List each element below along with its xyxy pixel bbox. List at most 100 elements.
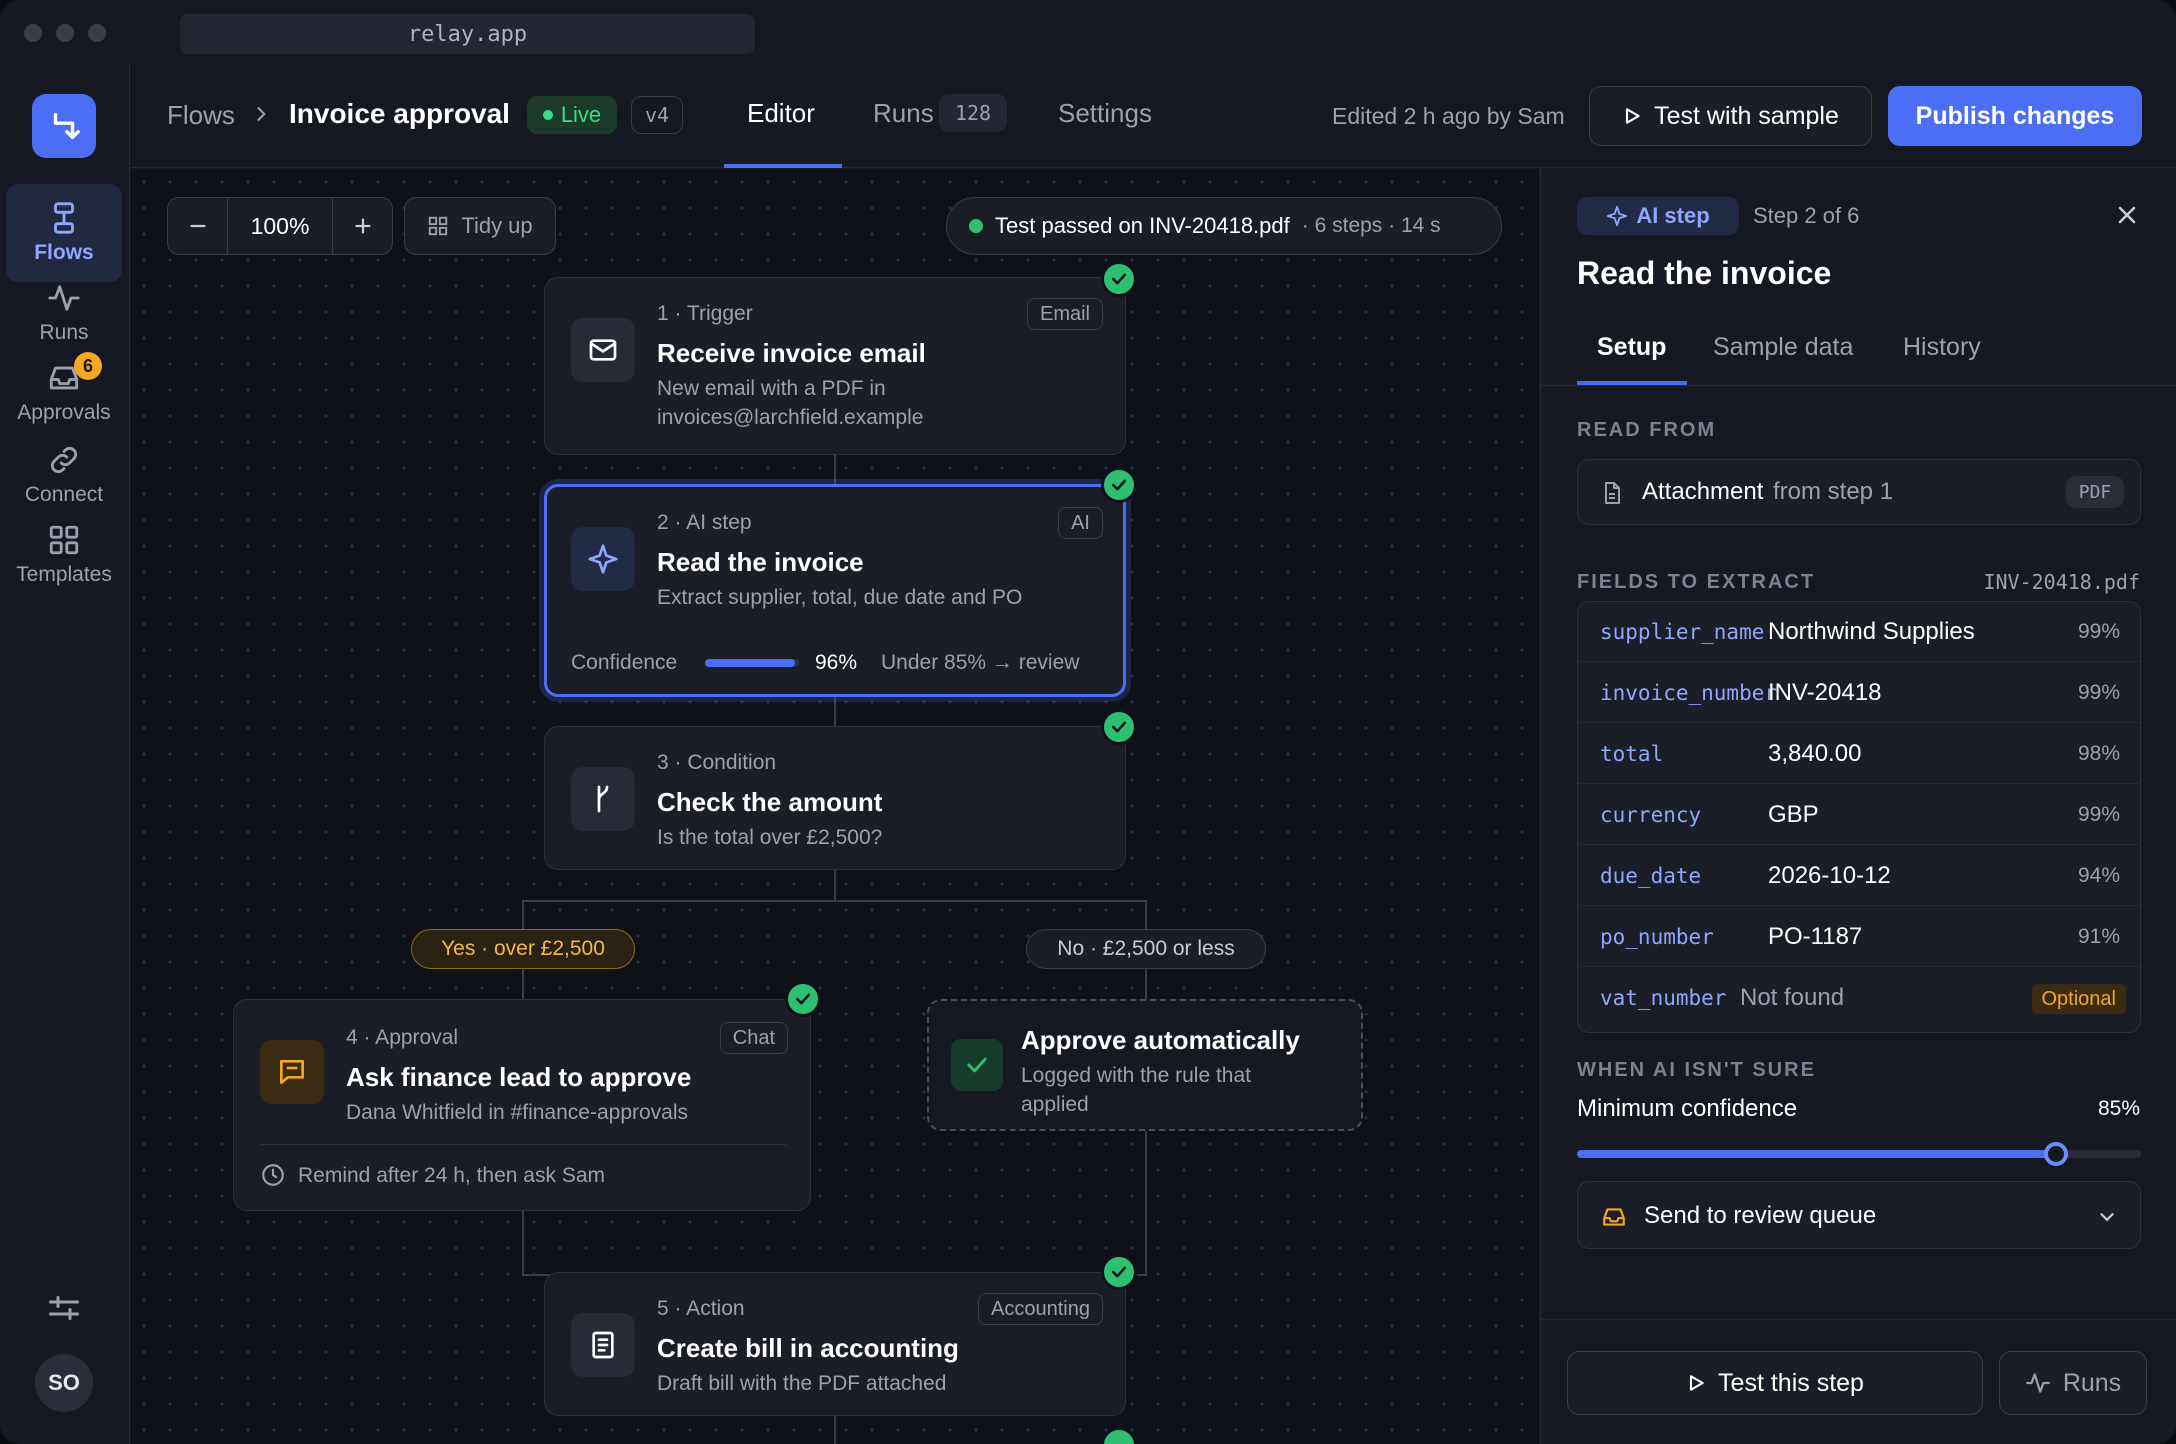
window-zoom-dot[interactable]	[88, 24, 106, 42]
step-node-condition[interactable]: 3 · Condition Check the amount Is the to…	[544, 726, 1126, 870]
tab-editor[interactable]: Editor	[747, 98, 815, 129]
step-passed-check	[1101, 709, 1137, 745]
zoom-out-button[interactable]	[168, 198, 228, 254]
step-subtitle: invoices@larchfield.example	[657, 406, 924, 429]
field-row[interactable]: currency GBP 99%	[1578, 785, 2140, 845]
field-row[interactable]: supplier_name Northwind Supplies 99%	[1578, 602, 2140, 662]
step-icon	[571, 318, 635, 382]
sparkle-icon	[1607, 205, 1628, 227]
pdf-tag: PDF	[2066, 476, 2124, 508]
field-value: Northwind Supplies	[1768, 617, 1975, 645]
nav-templates-label: Templates	[16, 563, 112, 586]
flow-canvas[interactable]: 100% Tidy up Test passed on INV-20418.pd…	[131, 169, 1539, 1444]
test-this-step-button[interactable]: Test this step	[1567, 1351, 1983, 1415]
step-subtitle: Logged with the rule that	[1021, 1064, 1251, 1087]
nav-runs-label: Runs	[39, 321, 89, 344]
divider	[260, 1144, 786, 1145]
step-node-ai[interactable]: 2 · AI step AI Read the invoice Extract …	[544, 484, 1126, 697]
branch-yes-label[interactable]: Yes · over £2,500	[411, 929, 635, 969]
nav-templates[interactable]: Templates	[6, 506, 122, 604]
version-badge[interactable]: v4	[631, 96, 683, 134]
field-row[interactable]: due_date 2026-10-12 94%	[1578, 846, 2140, 906]
check-icon	[795, 993, 811, 1005]
tab-editor-underline	[724, 164, 842, 168]
last-edited-text: Edited 2 h ago by Sam	[1332, 103, 1565, 129]
mail-icon	[589, 339, 617, 361]
test-status-text: Test passed on INV-20418.pdf	[995, 213, 1290, 238]
step-node-approval[interactable]: 4 · Approval Chat Ask finance lead to ap…	[233, 999, 811, 1211]
grid-icon	[429, 216, 448, 236]
connector	[522, 900, 1147, 902]
read-from-step: from step 1	[1773, 478, 1894, 505]
test-status-pill[interactable]: Test passed on INV-20418.pdf · 6 steps ·…	[946, 197, 1502, 255]
confidence-label: Confidence	[571, 651, 678, 674]
panel-tab-history[interactable]: History	[1903, 333, 1981, 362]
review-queue-select[interactable]: Send to review queue	[1577, 1181, 2141, 1249]
breadcrumb-flows[interactable]: Flows	[167, 100, 235, 131]
publish-changes-button[interactable]: Publish changes	[1888, 86, 2142, 146]
zoom-in-button[interactable]	[332, 198, 392, 254]
step-node-trigger[interactable]: 1 · Trigger Email Receive invoice email …	[544, 277, 1126, 455]
ai-step-label: AI step	[1636, 203, 1710, 228]
step-passed-check	[1101, 1254, 1137, 1290]
check-icon	[967, 1057, 987, 1073]
app-logo[interactable]	[32, 94, 96, 158]
address-bar[interactable]: relay.app	[180, 14, 755, 54]
clock-icon	[262, 1164, 284, 1186]
zoom-level[interactable]: 100%	[228, 198, 332, 254]
file-icon	[1605, 482, 1620, 504]
field-key: currency	[1600, 802, 1702, 827]
panel-tab-sample-data[interactable]: Sample data	[1713, 333, 1853, 362]
step-node-action[interactable]: 5 · Action Accounting Create bill in acc…	[544, 1272, 1126, 1416]
test-this-step-label: Test this step	[1718, 1368, 1864, 1397]
preferences-button[interactable]	[46, 1290, 82, 1331]
field-row[interactable]: invoice_number INV-20418 99%	[1578, 663, 2140, 723]
tidy-up-button[interactable]: Tidy up	[404, 197, 556, 255]
field-value: INV-20418	[1768, 678, 1882, 706]
read-from-source[interactable]: Attachment from step 1 PDF	[1577, 459, 2141, 525]
min-confidence-slider[interactable]	[1577, 1142, 2141, 1166]
live-status-label: Live	[560, 102, 602, 127]
user-avatar[interactable]: SO	[35, 1354, 93, 1412]
step-tag: Accounting	[978, 1293, 1103, 1325]
step-meta: 3 · Condition	[657, 751, 777, 774]
flow-title[interactable]: Invoice approval	[289, 98, 510, 130]
test-with-sample-label: Test with sample	[1654, 101, 1839, 130]
field-row[interactable]: vat_number Not found Optional	[1578, 968, 2140, 1028]
tab-runs[interactable]: Runs	[873, 98, 934, 129]
field-confidence: 98%	[2077, 741, 2120, 765]
window-minimize-dot[interactable]	[56, 24, 74, 42]
slider-thumb[interactable]	[2044, 1142, 2069, 1166]
panel-tab-setup[interactable]: Setup	[1597, 333, 1666, 362]
close-icon[interactable]	[2113, 201, 2141, 229]
window-close-dot[interactable]	[24, 24, 42, 42]
step-tag: AI	[1058, 507, 1103, 539]
field-confidence: 94%	[2077, 863, 2120, 887]
step-runs-button[interactable]: Runs	[1999, 1351, 2147, 1415]
step-node-auto-approve[interactable]: Approve automatically Logged with the ru…	[927, 999, 1363, 1131]
step-subtitle: Extract supplier, total, due date and PO	[657, 586, 1023, 609]
step-title: Read the invoice	[657, 547, 864, 577]
editor-header: Flows Invoice approval Live v4 Editor Ru…	[131, 64, 2176, 168]
confidence-value: 96%	[815, 651, 858, 674]
branch-no-label[interactable]: No · £2,500 or less	[1026, 929, 1266, 969]
fields-heading: FIELDS TO EXTRACT	[1577, 571, 1816, 593]
chat-icon	[280, 1060, 304, 1084]
field-row[interactable]: po_number PO-1187 91%	[1578, 907, 2140, 967]
step-subtitle: Draft bill with the PDF attached	[657, 1372, 947, 1395]
step-meta: 4 · Approval	[346, 1026, 459, 1049]
confidence-bar	[705, 659, 799, 667]
grid-icon	[49, 525, 79, 555]
tab-settings[interactable]: Settings	[1058, 98, 1152, 129]
connector	[834, 696, 836, 726]
step-title: Receive invoice email	[657, 338, 926, 368]
step-subtitle: New email with a PDF in	[657, 377, 886, 400]
field-key: vat_number	[1600, 986, 1727, 1010]
step-meta: 1 · Trigger	[657, 302, 753, 325]
field-row[interactable]: total 3,840.00 98%	[1578, 724, 2140, 784]
step-meta: 5 · Action	[657, 1297, 745, 1320]
min-confidence-label: Minimum confidence	[1577, 1095, 1798, 1122]
test-with-sample-button[interactable]: Test with sample	[1589, 86, 1872, 146]
step-title: Ask finance lead to approve	[346, 1062, 692, 1092]
field-confidence: 99%	[2077, 802, 2120, 826]
